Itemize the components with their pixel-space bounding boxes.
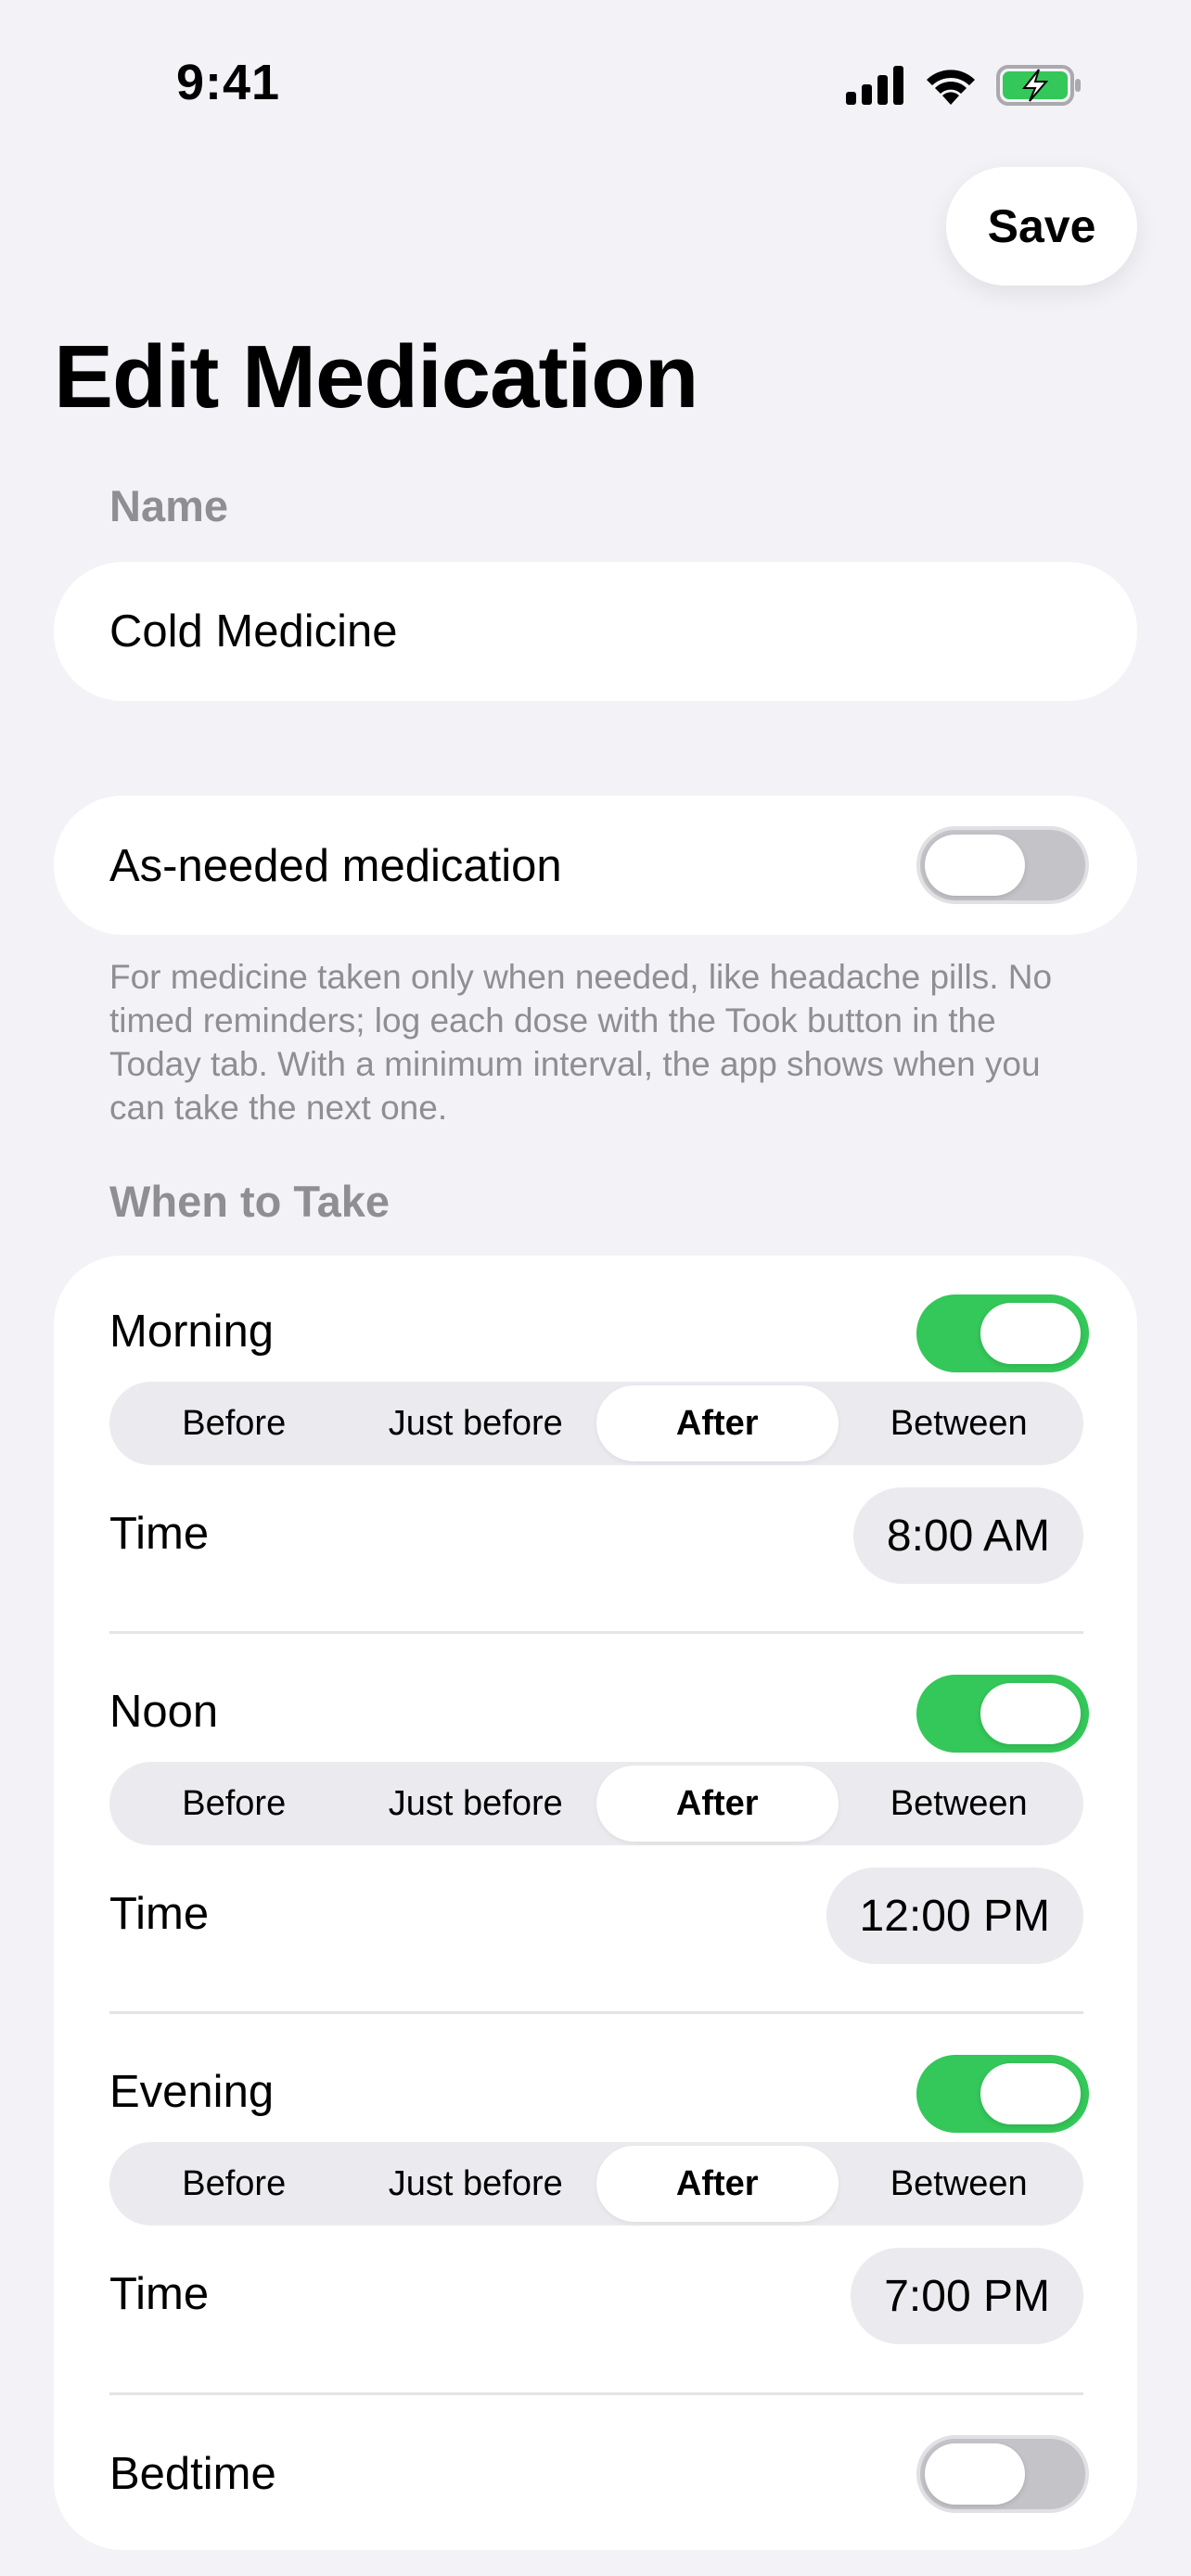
slot-noon-timing-control: Before Just before After Between (109, 1762, 1083, 1845)
cellular-signal-icon (846, 66, 903, 105)
slot-evening-timing-control: Before Just before After Between (109, 2142, 1083, 2225)
timing-option-between[interactable]: Between (839, 1385, 1081, 1461)
slot-noon-time-label: Time (109, 1889, 210, 1939)
medication-name-input[interactable] (109, 562, 1074, 701)
slot-morning-label: Morning (109, 1307, 275, 1357)
divider (109, 1631, 1083, 1634)
timing-option-just-before[interactable]: Just before (355, 1385, 597, 1461)
wifi-icon (927, 70, 975, 105)
slot-morning-time-label: Time (109, 1509, 210, 1559)
status-bar: 9:41 (0, 0, 1191, 176)
status-icons (846, 65, 1082, 106)
slot-noon-toggle[interactable] (916, 1675, 1089, 1753)
battery-charging-icon (996, 65, 1081, 106)
timing-option-before[interactable]: Before (113, 1766, 355, 1842)
slot-evening-label: Evening (109, 2067, 275, 2117)
timing-option-just-before[interactable]: Just before (355, 2146, 597, 2222)
page-title: Edit Medication (54, 327, 698, 427)
divider (109, 2392, 1083, 2395)
slot-bedtime-label: Bedtime (109, 2449, 276, 2499)
timing-option-between[interactable]: Between (839, 1766, 1081, 1842)
slot-evening-time-label: Time (109, 2269, 210, 2319)
slot-noon-time-picker[interactable]: 12:00 PM (826, 1868, 1083, 1964)
as-needed-footnote: For medicine taken only when needed, lik… (109, 958, 1053, 1127)
slot-evening-time-picker[interactable]: 7:00 PM (851, 2248, 1083, 2344)
slot-evening-toggle[interactable] (916, 2055, 1089, 2133)
save-button[interactable]: Save (946, 167, 1137, 286)
divider (109, 2011, 1083, 2014)
as-needed-label: As-needed medication (109, 841, 562, 891)
timing-option-just-before[interactable]: Just before (355, 1766, 597, 1842)
when-to-take-label: When to Take (109, 1177, 391, 1226)
toggle-knob (980, 1303, 1081, 1364)
slot-morning-time-picker[interactable]: 8:00 AM (852, 1487, 1083, 1584)
schedule-card: Morning Before Just before After Between… (54, 1256, 1137, 2550)
slot-noon-label: Noon (109, 1687, 219, 1737)
timing-option-after[interactable]: After (596, 1385, 839, 1461)
timing-option-between[interactable]: Between (839, 2146, 1081, 2222)
timing-option-before[interactable]: Before (113, 1385, 355, 1461)
toggle-knob (925, 2443, 1025, 2505)
slot-morning-timing-control: Before Just before After Between (109, 1382, 1083, 1465)
timing-option-before[interactable]: Before (113, 2146, 355, 2222)
toggle-knob (925, 835, 1025, 896)
as-needed-card: As-needed medication (54, 796, 1137, 935)
slot-bedtime-toggle[interactable] (916, 2435, 1089, 2513)
toggle-knob (980, 2063, 1081, 2124)
status-time: 9:41 (176, 55, 281, 110)
slot-morning-toggle[interactable] (916, 1294, 1089, 1372)
name-card (54, 562, 1137, 701)
name-section-label: Name (109, 481, 229, 530)
timing-option-after[interactable]: After (596, 2146, 839, 2222)
timing-option-after[interactable]: After (596, 1766, 839, 1842)
toggle-knob (980, 1683, 1081, 1744)
as-needed-toggle[interactable] (916, 826, 1089, 904)
